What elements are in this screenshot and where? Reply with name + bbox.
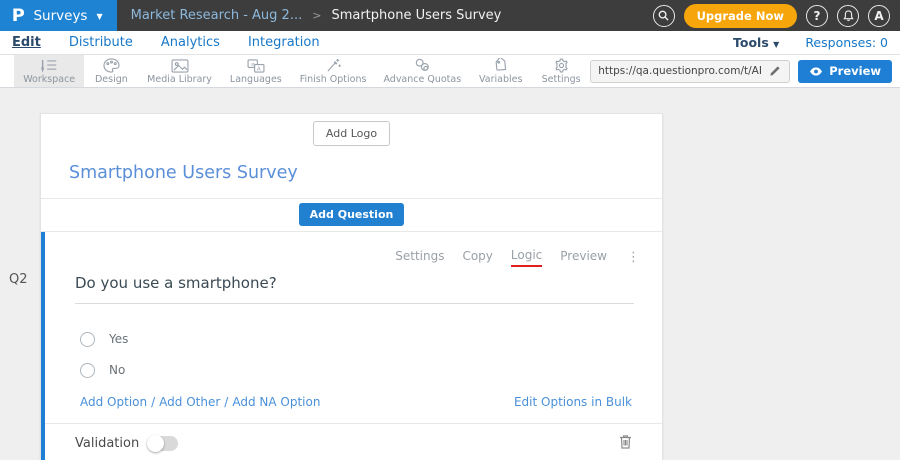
toolbar-label: Languages (230, 74, 282, 85)
question-tab-settings[interactable]: Settings (395, 249, 444, 266)
toolbar-label: Settings (542, 74, 581, 85)
toolbar-label: Finish Options (300, 74, 367, 85)
option-label[interactable]: No (109, 363, 125, 377)
breadcrumb: Market Research - Aug 2... > Smartphone … (131, 8, 502, 23)
chain-links-icon (414, 58, 431, 73)
preview-button[interactable]: Preview (798, 60, 892, 83)
link-separator: / (151, 395, 155, 409)
add-question-button-top[interactable]: Add Question (299, 203, 405, 226)
top-actions: Upgrade Now ? A (653, 4, 900, 28)
tab-distribute[interactable]: Distribute (69, 35, 133, 50)
toolbar: Workspace Design Media Library ≋A Langua… (0, 55, 900, 88)
main-area: Add Logo Smartphone Users Survey Add Que… (0, 88, 900, 460)
radio-button[interactable] (80, 363, 95, 378)
top-bar: P Surveys ▼ Market Research - Aug 2... >… (0, 0, 900, 31)
questionpro-logo: P (12, 6, 25, 26)
toolbar-design[interactable]: Design (84, 55, 138, 87)
chevron-down-icon: ▼ (773, 40, 779, 49)
option-label[interactable]: Yes (109, 332, 128, 346)
link-separator: / (224, 395, 228, 409)
question-tabs: Settings Copy Logic Preview ⋮ (45, 232, 662, 267)
toolbar-finish-options[interactable]: Finish Options (291, 55, 375, 87)
survey-card: Add Logo Smartphone Users Survey Add Que… (40, 113, 663, 460)
bell-icon (843, 10, 854, 22)
tag-icon (493, 58, 509, 73)
toolbar-label: Workspace (23, 74, 75, 85)
notifications-button[interactable] (837, 5, 859, 27)
question-tab-preview[interactable]: Preview (560, 249, 607, 266)
question-block: Q2 Settings Copy Logic Preview ⋮ Do you … (41, 232, 662, 460)
translate-icon: ≋A (247, 59, 265, 73)
question-text-wrap: Do you use a smartphone? (75, 274, 634, 304)
edit-options-in-bulk-link[interactable]: Edit Options in Bulk (514, 395, 632, 409)
workspace-icon (39, 58, 59, 73)
toolbar-label: Advance Quotas (383, 74, 461, 85)
add-other-link[interactable]: Add Other (159, 395, 220, 409)
toolbar-workspace[interactable]: Workspace (14, 55, 84, 87)
nav-row: Edit Distribute Analytics Integration To… (0, 31, 900, 55)
tools-label: Tools (733, 35, 769, 50)
toolbar-media-library[interactable]: Media Library (138, 55, 220, 87)
add-logo-button[interactable]: Add Logo (313, 121, 390, 146)
avatar[interactable]: A (868, 5, 890, 27)
palette-icon (103, 58, 120, 73)
question-text[interactable]: Do you use a smartphone? (75, 274, 634, 304)
toolbar-variables[interactable]: Variables (470, 55, 532, 87)
question-number: Q2 (9, 272, 28, 287)
gear-icon (554, 58, 569, 73)
add-question-section: Add Question (41, 198, 662, 232)
option-row: No (80, 362, 662, 378)
delete-question-button[interactable] (619, 434, 632, 453)
toolbar-label: Variables (479, 74, 522, 85)
responses-count: Responses: 0 (805, 35, 888, 50)
help-button[interactable]: ? (806, 5, 828, 27)
upgrade-now-button[interactable]: Upgrade Now (684, 4, 797, 28)
search-button[interactable] (653, 5, 675, 27)
preview-label: Preview (829, 64, 881, 78)
svg-text:≋: ≋ (251, 62, 255, 68)
breadcrumb-current: Smartphone Users Survey (331, 8, 501, 23)
validation-toggle[interactable] (147, 436, 178, 451)
breadcrumb-parent[interactable]: Market Research - Aug 2... (131, 8, 303, 23)
breadcrumb-separator: > (312, 9, 321, 22)
question-tab-logic[interactable]: Logic (511, 248, 542, 267)
magic-wand-icon (325, 58, 341, 73)
edit-url-button[interactable] (763, 61, 787, 82)
logo-section: Add Logo (41, 114, 662, 146)
toolbar-label: Design (95, 74, 128, 85)
survey-title[interactable]: Smartphone Users Survey (69, 163, 662, 183)
validation-row: Validation (45, 423, 662, 460)
surveys-menu[interactable]: P Surveys ▼ (0, 0, 117, 31)
toggle-knob (147, 435, 164, 452)
tab-edit[interactable]: Edit (12, 35, 41, 50)
radio-button[interactable] (80, 332, 95, 347)
search-icon (658, 10, 669, 21)
option-links-row: Add Option / Add Other / Add NA Option E… (80, 395, 632, 409)
nav-right: Tools ▼ Responses: 0 (733, 35, 888, 50)
add-na-option-link[interactable]: Add NA Option (232, 395, 320, 409)
svg-text:A: A (257, 66, 261, 72)
trash-icon (619, 434, 632, 449)
survey-url-box (590, 60, 790, 83)
eye-icon (809, 67, 823, 76)
toolbar-right: Preview (590, 55, 900, 87)
tab-integration[interactable]: Integration (248, 35, 320, 50)
survey-url-input[interactable] (591, 65, 763, 77)
toolbar-settings[interactable]: Settings (532, 55, 590, 87)
add-option-link[interactable]: Add Option (80, 395, 147, 409)
toolbar-languages[interactable]: ≋A Languages (221, 55, 291, 87)
pencil-icon (769, 65, 781, 77)
question-tab-copy[interactable]: Copy (462, 249, 492, 266)
toolbar-advance-quotas[interactable]: Advance Quotas (375, 55, 469, 87)
option-row: Yes (80, 331, 662, 347)
toolbar-label: Media Library (147, 74, 212, 85)
chevron-down-icon: ▼ (96, 12, 102, 21)
surveys-label: Surveys (33, 8, 87, 24)
tab-analytics[interactable]: Analytics (161, 35, 220, 50)
kebab-menu-icon[interactable]: ⋮ (627, 255, 640, 260)
validation-label: Validation (75, 436, 139, 451)
image-icon (171, 59, 189, 73)
tools-menu[interactable]: Tools ▼ (733, 35, 779, 50)
